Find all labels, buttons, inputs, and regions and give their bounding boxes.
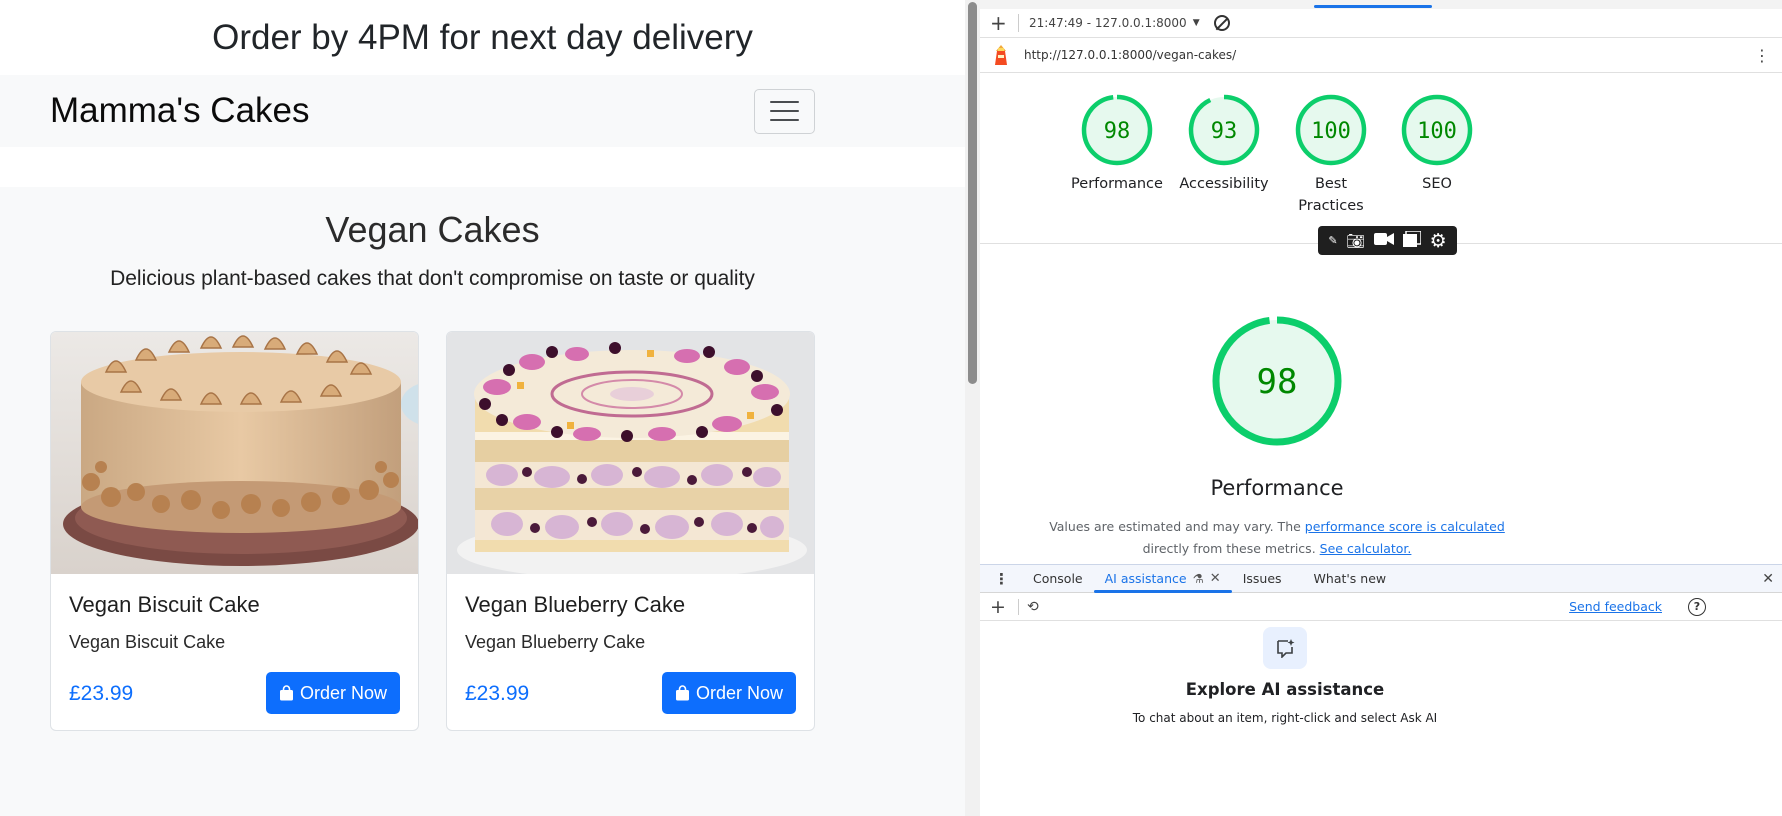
spacer [0,147,965,187]
product-price: £23.99 [465,682,530,705]
devtools-tabstrip [980,0,1782,9]
score-ring: 100 [1295,94,1367,166]
tab-label: AI assistance [1104,571,1187,586]
gauge-best-practices[interactable]: 100 Best Practices [1276,94,1386,217]
gauge-accessibility[interactable]: 93 Accessibility [1169,94,1279,195]
score-ring: 98 [1081,94,1153,166]
video-icon[interactable] [1374,232,1395,250]
gauge-label: Accessibility [1179,176,1269,192]
flask-icon: ⚗ [1192,571,1204,586]
page-scrollbar[interactable] [965,0,980,816]
score-value: 98 [1104,119,1131,144]
order-now-button[interactable]: Order Now [662,672,796,714]
navbar-toggler-button[interactable] [754,88,815,134]
lighthouse-icon [992,43,1010,67]
ai-toolbar: + ⟲ Send feedback ? [980,594,1782,621]
score-ring: 100 [1401,94,1473,166]
product-price: £23.99 [69,682,134,705]
performance-title: Performance [1210,476,1344,500]
performance-note: Values are estimated and may vary. The p… [980,516,1574,560]
score-value: 98 [1257,362,1298,402]
drawer-menu-icon[interactable]: ⋮ [994,570,1022,588]
ai-assistance-subtitle: To chat about an item, right-click and s… [1132,711,1438,725]
tab-whats-new[interactable]: What's new [1303,564,1398,593]
screenshot-toolbar: ✎ 📷︎ ⚙ [1318,226,1457,255]
camera-icon[interactable]: 📷︎ [1346,232,1365,250]
order-now-label: Order Now [299,682,388,703]
tab-label: Issues [1242,571,1282,586]
hamburger-icon-line [770,119,799,121]
product-card: Vegan Blueberry Cake Vegan Blueberry Cak… [446,331,815,731]
window-icon[interactable] [1402,229,1422,251]
send-feedback-link[interactable]: Send feedback [1569,599,1662,614]
product-description: Vegan Blueberry Cake [465,632,646,652]
clear-reports-icon[interactable] [1213,15,1230,31]
product-name: Vegan Blueberry Cake [465,592,686,617]
gauge-performance[interactable]: 98 Performance [1062,94,1172,195]
product-description: Vegan Biscuit Cake [69,632,226,652]
score-value: 100 [1417,119,1457,144]
gauge-label: SEO [1422,176,1452,192]
tab-label: What's new [1313,571,1387,586]
product-card: Vegan Biscuit Cake Vegan Biscuit Cake £2… [50,331,419,731]
product-image-biscuit-cake[interactable] [51,332,418,574]
note-text: Values are estimated and may vary. The [1049,519,1301,534]
close-drawer-icon[interactable]: ✕ [1762,571,1774,587]
history-icon[interactable]: ⟲ [1027,599,1039,615]
toolbar-separator [1018,14,1019,32]
ai-assistance-icon [1263,627,1307,669]
active-panel-indicator [1314,5,1432,8]
score-gauges: 98 Performance 93 Accessibility 100 Best… [980,94,1782,224]
drawer-tabbar: ⋮ Console AI assistance ⚗ ✕ Issues What'… [980,564,1782,593]
hamburger-icon-line [770,101,799,103]
new-report-icon[interactable]: + [990,11,1012,35]
score-value: 100 [1311,119,1351,144]
gauge-seo[interactable]: 100 SEO [1382,94,1492,195]
order-now-button[interactable]: Order Now [266,672,400,714]
close-tab-icon[interactable]: ✕ [1210,571,1221,586]
score-value: 93 [1211,119,1238,144]
see-calculator-link[interactable]: See calculator. [1320,541,1412,556]
gear-icon[interactable]: ⚙ [1430,230,1447,252]
delivery-banner: Order by 4PM for next day delivery [212,17,753,57]
score-ring: 93 [1188,94,1260,166]
pin-icon[interactable]: ✎ [1328,234,1337,247]
shopping-bag-icon [675,685,689,701]
ai-assistance-title: Explore AI assistance [1185,680,1385,699]
order-now-label: Order Now [695,682,784,703]
lighthouse-toolbar: + 21:47:49 - 127.0.0.1:8000 ▼ [980,9,1782,38]
tab-ai-assistance[interactable]: AI assistance ⚗ ✕ [1093,564,1232,593]
section-title: Vegan Cakes [325,209,540,250]
report-url-bar: http://127.0.0.1:8000/vegan-cakes/ ⋮ [980,38,1782,73]
report-url: http://127.0.0.1:8000/vegan-cakes/ [1024,48,1237,62]
help-icon[interactable]: ? [1688,598,1706,616]
note-text: directly from these metrics. [1142,541,1316,556]
chevron-down-icon[interactable]: ▼ [1193,18,1200,28]
devtools-panel: + 21:47:49 - 127.0.0.1:8000 ▼ http://127… [980,0,1782,816]
gauge-label: Best Practices [1298,176,1364,214]
product-name: Vegan Biscuit Cake [69,592,260,617]
scrollbar-thumb[interactable] [968,2,977,384]
performance-big-gauge: 98 [1210,314,1344,452]
tab-label: Console [1033,571,1083,586]
vegan-cakes-section: Vegan Cakes Delicious plant-based cakes … [0,187,965,816]
brand-logo[interactable]: Mamma's Cakes [50,91,310,131]
shopping-bag-icon [279,685,293,701]
score-ring: 98 [1212,316,1342,446]
new-chat-icon[interactable]: + [990,596,1012,618]
tab-issues[interactable]: Issues [1232,564,1293,593]
score-calculated-link[interactable]: performance score is calculated [1305,519,1505,534]
website-viewport: Order by 4PM for next day delivery Mamma… [0,0,965,816]
more-options-icon[interactable]: ⋮ [1754,46,1770,65]
tab-console[interactable]: Console [1022,564,1094,593]
navbar: Mamma's Cakes [0,75,965,147]
product-image-blueberry-cake[interactable] [447,332,814,574]
toolbar-separator [1018,599,1019,615]
section-lead: Delicious plant-based cakes that don't c… [110,267,755,290]
report-selector[interactable]: 21:47:49 - 127.0.0.1:8000 [1029,16,1187,30]
hamburger-icon-line [770,110,799,112]
gauge-label: Performance [1071,176,1163,192]
